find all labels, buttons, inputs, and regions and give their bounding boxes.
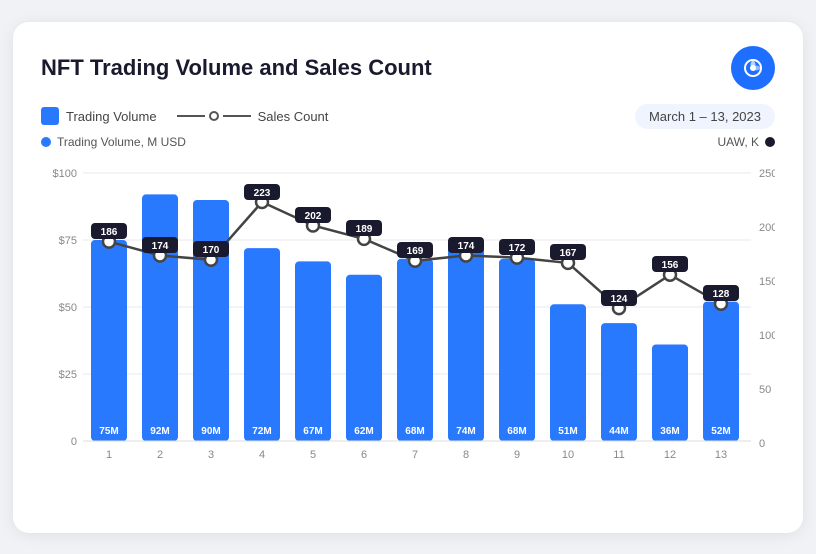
date-badge: March 1 – 13, 2023 bbox=[635, 104, 775, 129]
legend-line-container bbox=[177, 111, 251, 121]
svg-text:$75: $75 bbox=[59, 235, 77, 247]
svg-text:12: 12 bbox=[664, 449, 676, 461]
svg-text:9: 9 bbox=[514, 449, 520, 461]
svg-text:13: 13 bbox=[715, 449, 727, 461]
svg-text:50: 50 bbox=[759, 384, 771, 396]
chart-svg: $100 $75 $50 $25 0 250 200 150 100 50 0 … bbox=[41, 153, 775, 513]
svg-text:167: 167 bbox=[560, 248, 577, 259]
svg-text:75M: 75M bbox=[99, 426, 118, 437]
axis-labels-row: Trading Volume, M USD UAW, K bbox=[41, 135, 775, 149]
svg-text:62M: 62M bbox=[354, 426, 373, 437]
legend-box-icon bbox=[41, 107, 59, 125]
svg-text:189: 189 bbox=[356, 224, 373, 235]
svg-text:36M: 36M bbox=[660, 426, 679, 437]
bar-6 bbox=[346, 274, 382, 440]
svg-text:72M: 72M bbox=[252, 426, 271, 437]
axis-label-right: UAW, K bbox=[717, 135, 775, 149]
legend-line-icon bbox=[177, 115, 205, 117]
svg-text:174: 174 bbox=[152, 241, 169, 252]
legend-circle-icon bbox=[209, 111, 219, 121]
svg-text:100: 100 bbox=[759, 330, 775, 342]
bar-1 bbox=[91, 240, 127, 441]
chart-title: NFT Trading Volume and Sales Count bbox=[41, 55, 432, 81]
svg-text:124: 124 bbox=[611, 294, 628, 305]
svg-text:10: 10 bbox=[562, 449, 574, 461]
svg-text:67M: 67M bbox=[303, 426, 322, 437]
svg-text:44M: 44M bbox=[609, 426, 628, 437]
svg-text:186: 186 bbox=[101, 227, 118, 238]
svg-text:68M: 68M bbox=[507, 426, 526, 437]
svg-text:0: 0 bbox=[759, 438, 765, 450]
bar-10 bbox=[550, 304, 586, 441]
svg-text:5: 5 bbox=[310, 449, 316, 461]
legend-trading-volume-label: Trading Volume bbox=[66, 109, 157, 124]
legend-left: Trading Volume Sales Count bbox=[41, 107, 328, 125]
bar-3 bbox=[193, 200, 229, 441]
svg-text:250: 250 bbox=[759, 168, 775, 180]
svg-text:2: 2 bbox=[157, 449, 163, 461]
svg-text:51M: 51M bbox=[558, 426, 577, 437]
svg-text:1: 1 bbox=[106, 449, 112, 461]
svg-text:68M: 68M bbox=[405, 426, 424, 437]
legend-sales-count-label: Sales Count bbox=[258, 109, 329, 124]
right-axis-label-text: UAW, K bbox=[717, 135, 759, 149]
svg-text:74M: 74M bbox=[456, 426, 475, 437]
axis-label-left: Trading Volume, M USD bbox=[41, 135, 186, 149]
svg-text:52M: 52M bbox=[711, 426, 730, 437]
chart-card: NFT Trading Volume and Sales Count Tradi… bbox=[13, 22, 803, 533]
svg-text:3: 3 bbox=[208, 449, 214, 461]
bar-11 bbox=[601, 323, 637, 441]
svg-text:202: 202 bbox=[305, 211, 322, 222]
svg-text:128: 128 bbox=[713, 289, 730, 300]
bar-5 bbox=[295, 261, 331, 441]
svg-text:$25: $25 bbox=[59, 369, 77, 381]
svg-text:8: 8 bbox=[463, 449, 469, 461]
svg-text:169: 169 bbox=[407, 246, 424, 257]
svg-text:11: 11 bbox=[613, 449, 624, 461]
svg-text:$50: $50 bbox=[59, 302, 77, 314]
legend-trading-volume: Trading Volume bbox=[41, 107, 157, 125]
svg-text:0: 0 bbox=[71, 436, 77, 448]
svg-text:6: 6 bbox=[361, 449, 367, 461]
bar-7 bbox=[397, 258, 433, 440]
svg-text:$100: $100 bbox=[53, 168, 77, 180]
chart-area: $100 $75 $50 $25 0 250 200 150 100 50 0 … bbox=[41, 153, 775, 513]
bar-4 bbox=[244, 248, 280, 441]
svg-text:90M: 90M bbox=[201, 426, 220, 437]
bar-8 bbox=[448, 242, 484, 440]
svg-text:150: 150 bbox=[759, 276, 775, 288]
svg-text:156: 156 bbox=[662, 260, 679, 271]
logo-icon bbox=[731, 46, 775, 90]
svg-text:4: 4 bbox=[259, 449, 265, 461]
svg-text:223: 223 bbox=[254, 188, 271, 199]
svg-text:92M: 92M bbox=[150, 426, 169, 437]
svg-text:200: 200 bbox=[759, 222, 775, 234]
axis-dot-right bbox=[765, 137, 775, 147]
bar-2 bbox=[142, 194, 178, 441]
axis-dot-left bbox=[41, 137, 51, 147]
svg-text:172: 172 bbox=[509, 243, 526, 254]
bar-13 bbox=[703, 301, 739, 440]
svg-text:174: 174 bbox=[458, 241, 475, 252]
svg-text:7: 7 bbox=[412, 449, 418, 461]
svg-text:170: 170 bbox=[203, 245, 220, 256]
legend-row: Trading Volume Sales Count March 1 – 13,… bbox=[41, 104, 775, 129]
bar-9 bbox=[499, 258, 535, 440]
left-axis-label-text: Trading Volume, M USD bbox=[57, 135, 186, 149]
header-row: NFT Trading Volume and Sales Count bbox=[41, 46, 775, 90]
legend-line-icon2 bbox=[223, 115, 251, 117]
legend-sales-count: Sales Count bbox=[177, 109, 329, 124]
